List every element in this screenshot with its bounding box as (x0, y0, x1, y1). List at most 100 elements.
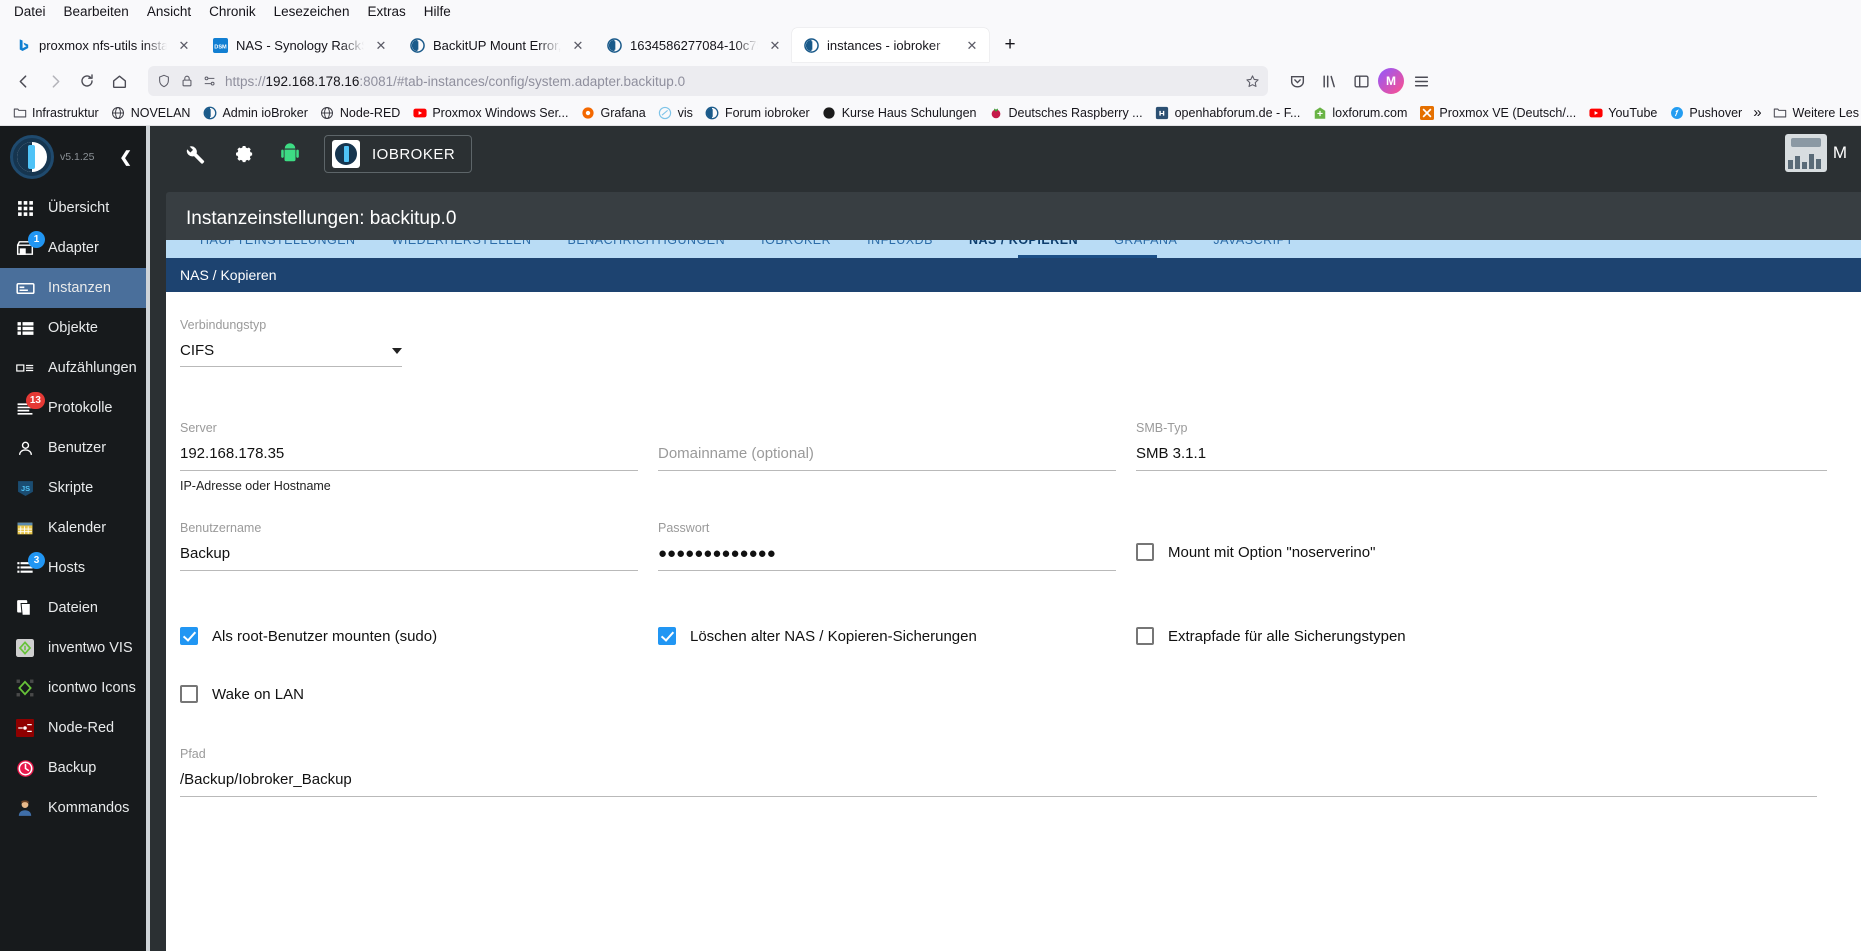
sidebar-item-backup[interactable]: Backup (0, 748, 146, 788)
sidebar-item-dateien[interactable]: Dateien (0, 588, 146, 628)
bookmark-item[interactable]: Grafana (574, 103, 651, 122)
menu-hilfe[interactable]: Hilfe (416, 2, 459, 21)
bookmark-item[interactable]: Deutsches Raspberry ... (983, 103, 1149, 122)
checkbox-extra-paths[interactable]: Extrapfade für alle Sicherungstypen (1136, 627, 1827, 645)
bookmark-item[interactable]: Proxmox VE (Deutsch/... (1413, 103, 1582, 122)
sidebar-item-kalender[interactable]: Kalender (0, 508, 146, 548)
password-input[interactable]: ●●●●●●●●●●●●● (658, 545, 1116, 571)
bookmark-more-item[interactable]: Weitere Les (1767, 103, 1861, 122)
bookmark-item[interactable]: Forum iobroker (699, 103, 816, 122)
bookmark-item[interactable]: openhabforum.de - F... (1149, 103, 1307, 122)
bookmark-label: Grafana (600, 105, 646, 120)
tab-iobroker[interactable]: IOBROKER (743, 240, 849, 258)
bookmark-item[interactable]: Node-RED (314, 103, 406, 122)
sidebar-item-instanzen[interactable]: Instanzen (0, 268, 146, 308)
bookmark-item[interactable]: loxforum.com (1306, 103, 1413, 122)
checkbox-noserverino[interactable]: Mount mit Option "noserverino" (1136, 543, 1827, 561)
bookmark-item[interactable]: Proxmox Windows Ser... (406, 103, 574, 122)
close-icon[interactable]: ✕ (569, 36, 587, 54)
sidebar-item-benutzer[interactable]: Benutzer (0, 428, 146, 468)
menu-lesezeichen[interactable]: Lesezeichen (266, 2, 358, 21)
sidebar-item-objekte[interactable]: Objekte (0, 308, 146, 348)
username-input[interactable]: Backup (180, 545, 638, 571)
bookmarks-overflow-chevron[interactable]: » (1748, 102, 1766, 123)
permissions-icon[interactable] (202, 73, 218, 89)
checkbox-icon[interactable] (658, 627, 676, 645)
browser-tab-1[interactable]: proxmox nfs-utils installieren - D ✕ (4, 28, 201, 62)
menu-bearbeiten[interactable]: Bearbeiten (56, 2, 137, 21)
tab-wiederherstellen[interactable]: WIEDERHERSTELLEN (374, 240, 550, 258)
checkbox-root-mount[interactable]: Als root-Benutzer mounten (sudo) (180, 627, 638, 645)
sidebar-collapse-icon[interactable]: ❮ (115, 144, 136, 170)
field-label: Verbindungstyp (180, 318, 267, 332)
bookmark-item[interactable]: Admin ioBroker (196, 103, 313, 122)
close-icon[interactable]: ✕ (372, 36, 390, 54)
sidebar-item-node-red[interactable]: Node-Red (0, 708, 146, 748)
library-icon[interactable] (1314, 66, 1344, 96)
sidebar-toggle-icon[interactable] (1346, 66, 1376, 96)
bookmark-item[interactable]: YouTube (1582, 103, 1663, 122)
sidebar-item-icontwo-icons[interactable]: icontwo Icons (0, 668, 146, 708)
iobroker-icon (803, 37, 819, 53)
shield-icon[interactable] (156, 73, 172, 89)
wrench-icon[interactable] (170, 130, 218, 178)
tab-haupteinstellungen[interactable]: HAUPTEINSTELLUNGEN (182, 240, 374, 258)
tab-benachrichtigungen[interactable]: BENACHRICHTIGUNGEN (550, 240, 744, 258)
host-indicator[interactable]: M (1784, 134, 1847, 172)
bookmark-star-icon[interactable] (1244, 73, 1260, 89)
bookmark-item[interactable]: Kurse Haus Schulungen (816, 103, 983, 122)
sidebar-item-uebersicht[interactable]: Übersicht (0, 188, 146, 228)
domain-input[interactable]: Domainname (optional) (658, 445, 1116, 471)
bookmark-item[interactable]: Infrastruktur (6, 103, 105, 122)
checkbox-delete-old-backups[interactable]: Löschen alter NAS / Kopieren-Sicherungen (658, 627, 1116, 645)
bookmark-item[interactable]: Pushover (1663, 103, 1748, 122)
main-content: IOBROKER M Instanzeinstellungen: backitu… (146, 126, 1861, 951)
account-avatar[interactable]: M (1378, 68, 1404, 94)
home-icon[interactable] (104, 66, 134, 96)
menu-ansicht[interactable]: Ansicht (139, 2, 199, 21)
sidebar-item-hosts[interactable]: 3 Hosts (0, 548, 146, 588)
checkbox-wake-on-lan[interactable]: Wake on LAN (180, 685, 638, 703)
forward-icon[interactable] (40, 66, 70, 96)
menu-chronik[interactable]: Chronik (201, 2, 264, 21)
close-icon[interactable]: ✕ (766, 36, 784, 54)
checkbox-icon[interactable] (1136, 543, 1154, 561)
back-icon[interactable] (8, 66, 38, 96)
sidebar-item-kommandos[interactable]: Kommandos (0, 788, 146, 828)
sidebar-item-skripte[interactable]: JS Skripte (0, 468, 146, 508)
menu-datei[interactable]: Datei (6, 2, 54, 21)
menu-extras[interactable]: Extras (359, 2, 413, 21)
path-input[interactable]: /Backup/Iobroker_Backup (180, 771, 1817, 797)
checkbox-icon[interactable] (1136, 627, 1154, 645)
browser-tab-2[interactable]: DSM NAS - Synology RackStation ✕ (201, 28, 398, 62)
sidebar-item-aufzaehlungen[interactable]: Aufzählungen (0, 348, 146, 388)
smb-type-input[interactable]: SMB 3.1.1 (1136, 445, 1827, 471)
bookmark-item[interactable]: NOVELAN (105, 103, 197, 122)
youtube-icon (1588, 105, 1603, 120)
server-input[interactable]: 192.168.178.35 (180, 445, 638, 471)
browser-tab-4[interactable]: 1634586277084-10c75fb1-bf2a-4 ✕ (595, 28, 792, 62)
browser-tab-3[interactable]: BackitUP Mount Error, Proxmox ✕ (398, 28, 595, 62)
close-icon[interactable]: ✕ (963, 36, 981, 54)
checkbox-icon[interactable] (180, 627, 198, 645)
close-icon[interactable]: ✕ (175, 36, 193, 54)
sidebar-item-inventwo-vis[interactable]: inventwo VIS (0, 628, 146, 668)
bookmark-item[interactable]: vis (652, 103, 699, 122)
app-menu-icon[interactable] (1406, 66, 1436, 96)
checkbox-icon[interactable] (180, 685, 198, 703)
lock-icon[interactable] (179, 73, 195, 89)
gear-icon[interactable] (218, 130, 266, 178)
sidebar-item-protokolle[interactable]: 13 Protokolle (0, 388, 146, 428)
objects-icon (14, 320, 36, 337)
connection-type-select[interactable]: CIFS (180, 342, 402, 367)
browser-tab-5-active[interactable]: instances - iobroker ✕ (792, 28, 989, 62)
address-bar[interactable]: https://192.168.178.16:8081/#tab-instanc… (148, 66, 1268, 96)
tab-influxdb[interactable]: INFLUXDB (849, 240, 951, 258)
iobroker-brand-chip[interactable]: IOBROKER (324, 135, 473, 173)
new-tab-button[interactable]: + (995, 30, 1025, 60)
tab-javascript[interactable]: JAVASCRIPT (1195, 240, 1311, 258)
save-to-pocket-icon[interactable] (1282, 66, 1312, 96)
sidebar-item-adapter[interactable]: 1 Adapter (0, 228, 146, 268)
android-icon[interactable] (266, 130, 314, 178)
reload-icon[interactable] (72, 66, 102, 96)
